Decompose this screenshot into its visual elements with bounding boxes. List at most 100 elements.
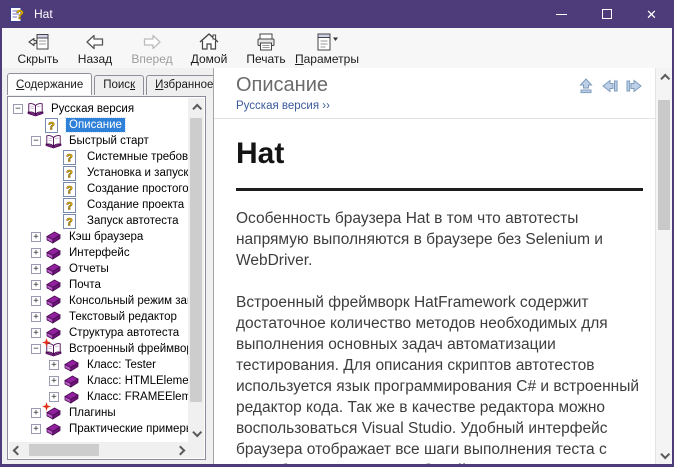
options-button[interactable]: Параметры: [295, 29, 359, 67]
minimize-button[interactable]: [539, 0, 584, 28]
tree-vertical-scrollbar[interactable]: [188, 98, 204, 442]
tree-item[interactable]: + Консольный режим запуска: [9, 293, 188, 309]
minimize-icon: [556, 13, 567, 15]
tree-item-label[interactable]: Описание: [65, 117, 126, 133]
collapse-icon[interactable]: −: [31, 344, 41, 354]
expand-icon[interactable]: +: [31, 264, 41, 274]
collapse-icon[interactable]: −: [13, 104, 23, 114]
maximize-button[interactable]: [584, 0, 629, 28]
navigation-pane: Содержание Поиск Избранное − Русская верс…: [2, 68, 223, 464]
tree-item-label[interactable]: Русская версия: [48, 102, 137, 116]
tree-item[interactable]: ? Создание простого автотеста: [9, 181, 188, 197]
forward-button: Вперед: [124, 29, 180, 67]
tab-favorites[interactable]: Избранное: [146, 75, 223, 95]
scroll-up-icon[interactable]: [656, 68, 672, 84]
tree-item[interactable]: − Быстрый старт: [9, 133, 188, 149]
tree-item-label[interactable]: Запуск автотеста: [84, 214, 182, 228]
content-scrollbar[interactable]: [655, 68, 672, 464]
expand-icon[interactable]: +: [31, 312, 41, 322]
print-button[interactable]: Печать: [238, 29, 294, 67]
tree-item[interactable]: − Встроенный фреймворк: [9, 337, 188, 357]
expand-icon[interactable]: +: [49, 376, 59, 386]
topic-header: Описание Русская версия ››: [214, 68, 655, 119]
tree-hscroll-thumb[interactable]: [29, 444, 99, 456]
scroll-right-icon[interactable]: [172, 442, 188, 458]
home-icon: [198, 31, 220, 52]
topic-article: Hat Особенность браузера Hat в том что а…: [214, 120, 655, 464]
tree-item-label[interactable]: Почта: [66, 278, 104, 292]
tree-item-label[interactable]: Класс: HTMLElement: [84, 374, 188, 388]
expand-icon[interactable]: +: [31, 328, 41, 338]
tree-item[interactable]: − Русская версия: [9, 101, 188, 117]
book-closed-icon: [45, 246, 62, 261]
tree-item-label[interactable]: Установка и запуск: [84, 166, 188, 180]
scroll-down-icon[interactable]: [188, 426, 204, 442]
hide-button[interactable]: Скрыть: [10, 29, 66, 67]
scroll-up-icon[interactable]: [188, 98, 204, 114]
article-paragraph: Встроенный фреймворк HatFramework содерж…: [236, 294, 640, 464]
tree-item-label[interactable]: Класс: FRAMEElement: [84, 390, 188, 404]
tree-item-label[interactable]: Интерфейс: [66, 246, 133, 260]
tree-item[interactable]: + Плагины: [9, 401, 188, 421]
tree-item[interactable]: ? Создание проекта: [9, 197, 188, 213]
book-closed-icon: [45, 422, 62, 437]
tree-item[interactable]: + Практические примеры: [9, 421, 188, 437]
tab-search[interactable]: Поиск: [94, 75, 145, 95]
tree-item[interactable]: + Класс: HTMLElement: [9, 373, 188, 389]
tree-item-label[interactable]: Структура автотеста: [66, 326, 182, 340]
tree-item[interactable]: + Отчеты: [9, 261, 188, 277]
tree-vscroll-thumb[interactable]: [190, 118, 202, 402]
tree-item[interactable]: ? Системные требования: [9, 149, 188, 165]
expand-icon[interactable]: +: [31, 408, 41, 418]
nav-previous-icon[interactable]: [601, 77, 619, 100]
tree-item[interactable]: + Интерфейс: [9, 245, 188, 261]
tree-item[interactable]: ? Описание: [9, 117, 188, 133]
tree-item[interactable]: + Класс: Tester: [9, 357, 188, 373]
tree-horizontal-scrollbar[interactable]: [9, 442, 188, 458]
collapse-icon[interactable]: −: [31, 136, 41, 146]
expand-icon[interactable]: +: [49, 360, 59, 370]
book-closed-icon: [63, 390, 80, 405]
tree-item-label[interactable]: Практические примеры: [66, 422, 188, 436]
content-scroll-thumb[interactable]: [658, 100, 670, 230]
tree-item[interactable]: + Почта: [9, 277, 188, 293]
tree-item-label[interactable]: Создание проекта: [84, 198, 187, 212]
tab-contents[interactable]: Содержание: [7, 73, 93, 95]
tree-item[interactable]: + Кэш браузера: [9, 229, 188, 245]
expand-icon[interactable]: +: [31, 296, 41, 306]
hide-panel-icon: [26, 31, 50, 52]
tree-item-label[interactable]: Консольный режим запуска: [66, 294, 188, 308]
tree-item[interactable]: + Текстовый редактор: [9, 309, 188, 325]
tree-item-label[interactable]: Быстрый старт: [66, 134, 152, 148]
expand-icon[interactable]: +: [31, 280, 41, 290]
nav-up-icon[interactable]: [577, 77, 595, 100]
tree-item-label[interactable]: Плагины: [66, 406, 119, 420]
tree-item[interactable]: ? Установка и запуск: [9, 165, 188, 181]
tree-item-label[interactable]: Системные требования: [84, 150, 188, 164]
tree-item-label[interactable]: Кэш браузера: [66, 230, 146, 244]
expand-icon[interactable]: +: [31, 232, 41, 242]
scroll-left-icon[interactable]: [9, 442, 25, 458]
nav-next-icon[interactable]: [625, 77, 643, 100]
breadcrumb[interactable]: Русская версия ››: [236, 100, 645, 112]
page-question-icon: ?: [63, 181, 80, 197]
tree-item[interactable]: + Структура автотеста: [9, 325, 188, 341]
home-button[interactable]: Домой: [181, 29, 237, 67]
book-closed-icon: [45, 262, 62, 277]
back-arrow-icon: [84, 31, 106, 52]
expand-icon[interactable]: +: [31, 424, 41, 434]
tree-item-label[interactable]: Создание простого автотеста: [84, 182, 188, 196]
scroll-down-icon[interactable]: [656, 448, 672, 464]
expand-icon[interactable]: +: [49, 392, 59, 402]
tree-item-label[interactable]: Текстовый редактор: [66, 310, 180, 324]
tree-item-label[interactable]: Класс: Tester: [84, 358, 159, 372]
forward-arrow-icon: [141, 31, 163, 52]
window-title: Hat: [34, 7, 53, 21]
tree-item-label[interactable]: Отчеты: [66, 262, 112, 276]
close-button[interactable]: ✕: [629, 0, 674, 28]
back-button[interactable]: Назад: [67, 29, 123, 67]
tree-item-label[interactable]: Встроенный фреймворк: [66, 342, 188, 356]
expand-icon[interactable]: +: [31, 248, 41, 258]
tree-item[interactable]: ? Запуск автотеста: [9, 213, 188, 229]
tree-item[interactable]: + Класс: FRAMEElement: [9, 389, 188, 405]
